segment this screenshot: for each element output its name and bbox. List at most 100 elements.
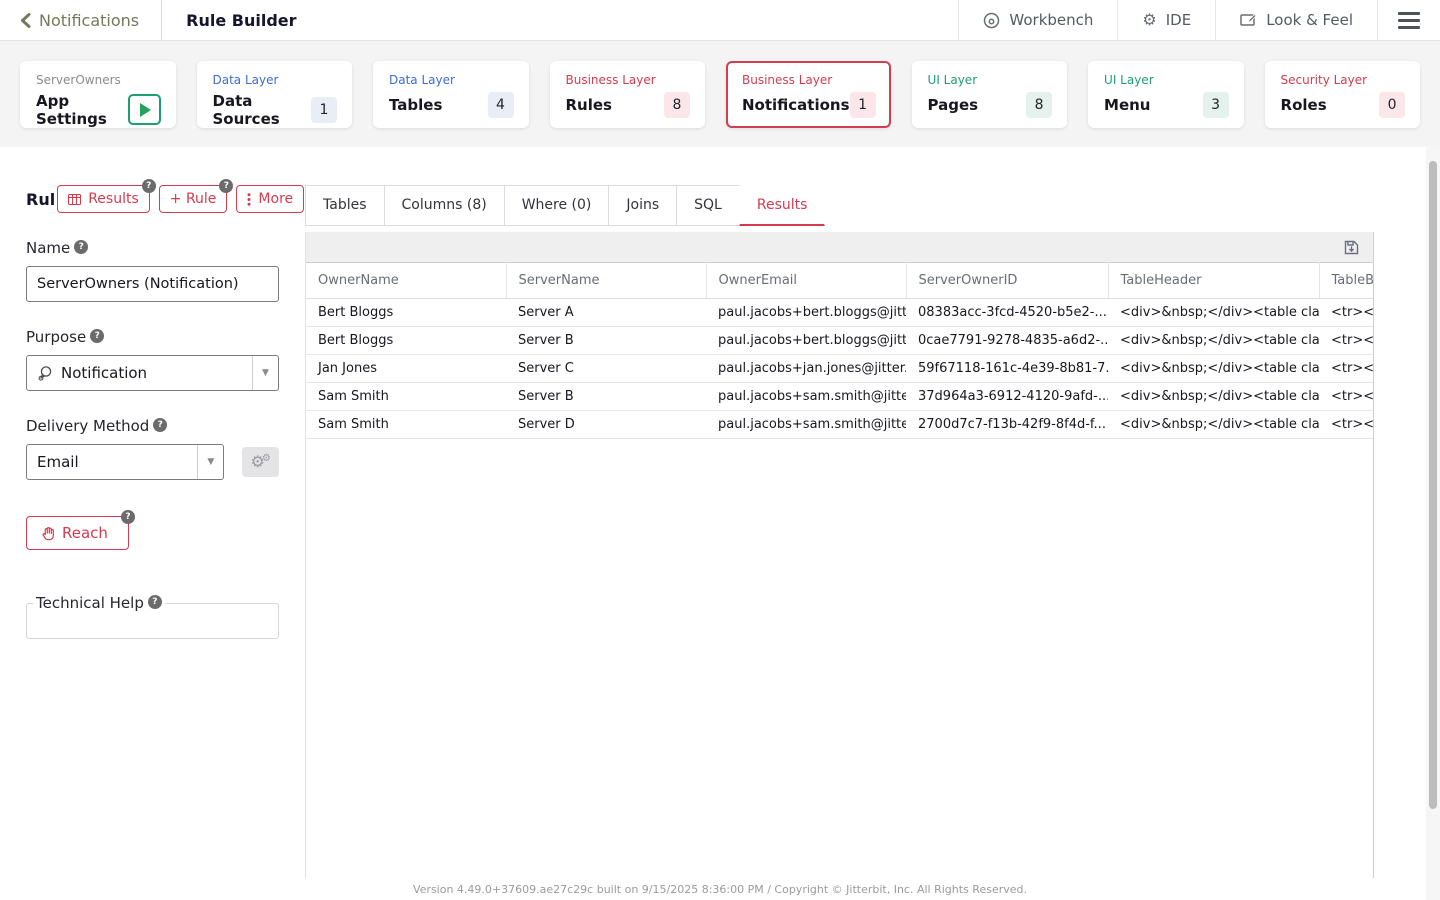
results-table: OwnerNameServerNameOwnerEmailServerOwner… [306, 262, 1374, 439]
column-header: ServerName [506, 263, 706, 299]
delivery-settings-button[interactable]: ⚙⚙ [242, 447, 279, 477]
table-cell: <div>&nbsp;</div><table cla... [1108, 411, 1319, 439]
help-icon[interactable]: ? [142, 179, 156, 193]
table-cell: paul.jacobs+bert.bloggs@jitt... [706, 327, 906, 355]
technical-help-label: Technical Help? [33, 594, 165, 612]
purpose-select[interactable]: Notification ▼ [26, 355, 279, 391]
help-icon[interactable]: ? [219, 179, 233, 193]
card-title: Tables [389, 96, 442, 114]
card-title: Notifications [742, 96, 850, 114]
count-badge: 8 [664, 92, 690, 118]
workbench-label: Workbench [1009, 11, 1093, 29]
rule-tabs: Tables Columns (8) Where (0) Joins SQL R… [305, 185, 1374, 226]
hamburger-icon [1398, 12, 1420, 15]
purpose-value: Notification [61, 364, 147, 382]
table-cell: paul.jacobs+sam.smith@jitte... [706, 411, 906, 439]
card-category: UI Layer [1104, 73, 1229, 87]
workbench-button[interactable]: Workbench [958, 0, 1117, 40]
reach-button[interactable]: Reach ? [26, 516, 129, 550]
help-icon[interactable]: ? [153, 418, 167, 432]
table-cell: 08383acc-3fcd-4520-b5e2-... [906, 299, 1108, 327]
card-title: Pages [928, 96, 979, 114]
rule-heading: Rul [26, 190, 55, 209]
table-cell: 2700d7c7-f13b-42f9-8f4d-f... [906, 411, 1108, 439]
table-cell: Server A [506, 299, 706, 327]
reach-button-label: Reach [62, 524, 108, 542]
table-cell: 59f67118-161c-4e39-8b81-7... [906, 355, 1108, 383]
card-rules[interactable]: Business Layer Rules 8 [550, 61, 706, 128]
layer-cards-strip: ServerOwners App Settings Data Layer Dat… [0, 41, 1440, 147]
card-category: Security Layer [1281, 73, 1406, 87]
tab-tables[interactable]: Tables [305, 185, 385, 226]
table-cell: Sam Smith [306, 383, 506, 411]
technical-help-field[interactable]: Technical Help? [26, 594, 279, 639]
help-icon[interactable]: ? [148, 595, 162, 609]
tab-columns[interactable]: Columns (8) [384, 185, 505, 226]
count-badge: 3 [1203, 92, 1229, 118]
tab-where[interactable]: Where (0) [504, 185, 610, 226]
name-input[interactable] [26, 266, 279, 302]
tab-sql[interactable]: SQL [676, 185, 740, 226]
card-roles[interactable]: Security Layer Roles 0 [1265, 61, 1421, 128]
table-cell: <div>&nbsp;</div><table cla... [1108, 327, 1319, 355]
ide-label: IDE [1166, 11, 1191, 29]
table-cell: Server C [506, 355, 706, 383]
table-cell: 0cae7791-9278-4835-a6d2-... [906, 327, 1108, 355]
run-app-button[interactable] [128, 94, 161, 125]
page-scrollbar[interactable] [1426, 147, 1440, 900]
table-cell: Sam Smith [306, 411, 506, 439]
notification-purpose-icon [37, 365, 53, 382]
gear-icon: ⚙ [1142, 12, 1156, 28]
table-row: Bert BloggsServer Bpaul.jacobs+bert.blog… [306, 327, 1374, 355]
results-button-label: Results [88, 191, 139, 207]
top-bar: Notifications Rule Builder Workbench ⚙ I… [0, 0, 1440, 41]
tab-joins[interactable]: Joins [608, 185, 677, 226]
more-button[interactable]: More [236, 185, 304, 213]
back-link-label: Notifications [39, 11, 139, 30]
table-row: Sam SmithServer Dpaul.jacobs+sam.smith@j… [306, 411, 1374, 439]
count-badge: 0 [1379, 92, 1405, 118]
help-icon[interactable]: ? [121, 510, 135, 524]
count-badge: 8 [1026, 92, 1052, 118]
results-grid-toolbar [306, 232, 1373, 262]
card-category: ServerOwners [36, 73, 161, 87]
table-cell: paul.jacobs+bert.bloggs@jitt... [706, 299, 906, 327]
card-tables[interactable]: Data Layer Tables 4 [373, 61, 529, 128]
card-category: Business Layer [742, 73, 876, 87]
column-header: TableBody [1319, 263, 1374, 299]
card-title: App Settings [36, 92, 128, 128]
table-grid-icon [68, 194, 81, 205]
card-notifications[interactable]: Business Layer Notifications 1 [726, 61, 891, 128]
chevron-down-icon: ▼ [252, 356, 278, 390]
card-title: Data Sources [213, 92, 312, 128]
card-data-sources[interactable]: Data Layer Data Sources 1 [197, 61, 353, 128]
look-feel-button[interactable]: Look & Feel [1215, 0, 1377, 40]
results-button[interactable]: Results ? [57, 185, 150, 213]
look-feel-label: Look & Feel [1266, 11, 1353, 29]
play-icon [140, 103, 151, 117]
back-chevron-icon [20, 13, 31, 28]
menu-button[interactable] [1377, 0, 1440, 40]
tab-results[interactable]: Results [739, 185, 826, 226]
add-rule-button[interactable]: + Rule ? [159, 185, 228, 213]
export-icon[interactable] [1344, 240, 1359, 255]
table-cell: <tr><td>B [1319, 327, 1374, 355]
help-icon[interactable]: ? [90, 329, 104, 343]
delivery-method-select[interactable]: Email ▼ [26, 444, 224, 480]
card-menu[interactable]: UI Layer Menu 3 [1088, 61, 1244, 128]
table-cell: paul.jacobs+jan.jones@jitter... [706, 355, 906, 383]
card-title: Menu [1104, 96, 1150, 114]
add-rule-label: + Rule [170, 191, 217, 207]
card-app-settings[interactable]: ServerOwners App Settings [20, 61, 176, 128]
name-label: Name? [26, 239, 279, 257]
help-icon[interactable]: ? [74, 240, 88, 254]
delivery-method-label: Delivery Method? [26, 417, 279, 435]
card-category: Data Layer [213, 73, 338, 87]
scrollbar-thumb[interactable] [1429, 161, 1437, 809]
card-pages[interactable]: UI Layer Pages 8 [912, 61, 1068, 128]
ide-button[interactable]: ⚙ IDE [1117, 0, 1215, 40]
table-row: Bert BloggsServer Apaul.jacobs+bert.blog… [306, 299, 1374, 327]
table-row: Sam SmithServer Bpaul.jacobs+sam.smith@j… [306, 383, 1374, 411]
purpose-label: Purpose? [26, 328, 279, 346]
back-to-notifications-link[interactable]: Notifications [20, 11, 139, 30]
